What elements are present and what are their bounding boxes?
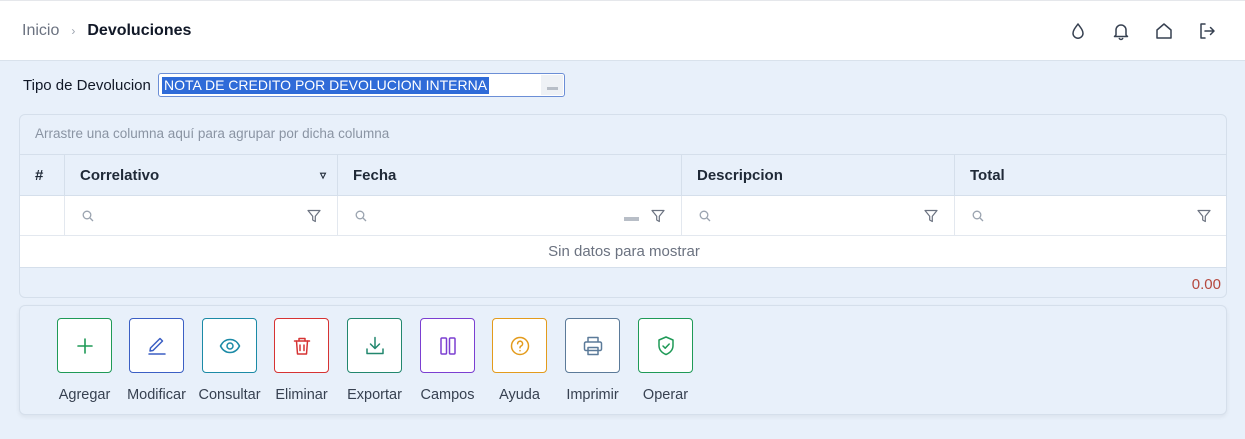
breadcrumb-separator: › — [71, 24, 76, 38]
group-panel[interactable]: Arrastre una columna aquí para agrupar p… — [35, 126, 389, 141]
operate-button[interactable] — [638, 318, 693, 373]
page-title: Devoluciones — [87, 22, 192, 39]
search-icon — [82, 210, 94, 222]
trash-icon — [293, 337, 310, 355]
search-icon — [699, 210, 711, 222]
grid-filter-row — [20, 195, 1226, 236]
filter-cell-number — [20, 196, 65, 236]
column-header-label: Total — [970, 167, 1005, 184]
column-header-label: # — [35, 167, 44, 184]
grid-header-row: # Correlativo ▿ Fecha Descripcion Total — [20, 154, 1226, 196]
delete-button[interactable] — [274, 318, 329, 373]
column-header-descripcion[interactable]: Descripcion — [682, 155, 955, 196]
plus-icon — [76, 337, 93, 354]
filter-icon[interactable] — [1197, 209, 1211, 223]
devolucion-type-label: Tipo de Devolucion — [23, 76, 151, 94]
dropdown-button[interactable] — [541, 75, 563, 95]
help-button[interactable] — [492, 318, 547, 373]
logout-icon[interactable] — [1197, 21, 1217, 41]
modify-button[interactable] — [129, 318, 184, 373]
breadcrumb: Inicio › Devoluciones — [22, 22, 191, 40]
devolucion-type-select[interactable]: NOTA DE CREDITO POR DEVOLUCION INTERNA — [158, 73, 565, 97]
view-button[interactable] — [202, 318, 257, 373]
filter-icon[interactable] — [651, 209, 665, 223]
column-header-label: Descripcion — [697, 167, 783, 184]
operate-action: Operar — [620, 318, 710, 408]
help-icon — [510, 336, 529, 355]
devoluciones-grid: Arrastre una columna aquí para agrupar p… — [19, 114, 1227, 298]
breadcrumb-home-link[interactable]: Inicio — [22, 22, 59, 40]
filter-cell-descripcion[interactable] — [682, 196, 955, 236]
column-header-number[interactable]: # — [20, 155, 65, 196]
total-summary-value: 0.00 — [1191, 276, 1221, 293]
search-icon — [355, 210, 367, 222]
search-icon — [972, 210, 984, 222]
column-header-label: Fecha — [353, 167, 397, 184]
drop-icon[interactable] — [1068, 21, 1088, 41]
filter-icon[interactable] — [307, 209, 321, 223]
operate-button-label: Operar — [642, 387, 689, 403]
home-icon[interactable] — [1154, 21, 1174, 41]
pencil-icon — [147, 337, 166, 355]
filter-cell-correlativo[interactable] — [65, 196, 338, 236]
add-button[interactable] — [57, 318, 112, 373]
eye-icon — [219, 338, 240, 353]
bell-icon[interactable] — [1111, 21, 1131, 41]
devolucion-type-filter: Tipo de Devolucion NOTA DE CREDITO POR D… — [23, 73, 565, 97]
column-header-fecha[interactable]: Fecha — [338, 155, 682, 196]
fields-button[interactable] — [420, 318, 475, 373]
action-toolbar: Agregar Modificar Consultar Eliminar Exp… — [19, 305, 1227, 415]
filter-cell-total[interactable] — [955, 196, 1226, 236]
printer-icon — [583, 336, 602, 355]
filter-cell-fecha[interactable] — [338, 196, 682, 236]
shield-check-icon — [657, 335, 674, 355]
column-header-correlativo[interactable]: Correlativo ▿ — [65, 155, 338, 196]
export-button[interactable] — [347, 318, 402, 373]
sort-indicator-icon: ▿ — [320, 168, 327, 182]
columns-icon — [439, 336, 456, 355]
empty-data-message: Sin datos para mostrar — [20, 235, 1226, 267]
devolucion-type-value: NOTA DE CREDITO POR DEVOLUCION INTERNA — [162, 77, 490, 94]
top-bar: Inicio › Devoluciones — [0, 0, 1245, 61]
column-header-label: Correlativo — [80, 167, 160, 184]
date-picker-icon[interactable] — [624, 217, 639, 221]
download-icon — [365, 336, 384, 354]
filter-icon[interactable] — [924, 209, 938, 223]
grid-total-summary-row: 0.00 — [20, 267, 1226, 297]
print-button[interactable] — [565, 318, 620, 373]
column-header-total[interactable]: Total — [955, 155, 1226, 196]
